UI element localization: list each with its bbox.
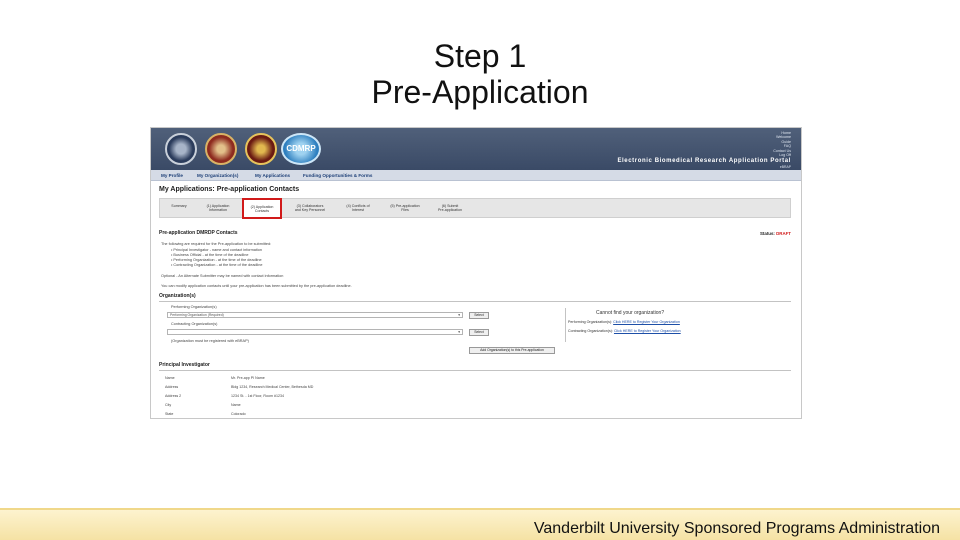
contracting-org-select[interactable]: ▾ bbox=[167, 329, 463, 335]
page-heading: My Applications: Pre-application Contact… bbox=[159, 186, 300, 193]
bullet-item: • Business Official - at the time of the… bbox=[171, 253, 249, 257]
slide-title: Step 1 Pre-Application bbox=[0, 38, 960, 110]
performing-org-label: Performing Organization(s) bbox=[171, 305, 217, 309]
dod-seal-icon bbox=[165, 133, 197, 165]
step-application-contacts[interactable]: (2) Application Contacts bbox=[242, 198, 282, 219]
application-steps: Summary (1) Application Information (2) … bbox=[159, 198, 791, 219]
contacts-heading: Pre-application DMRDP Contacts bbox=[159, 230, 238, 236]
contracting-org-label: Contracting Organization(s) bbox=[171, 322, 218, 326]
register-contracting-link[interactable]: Click HERE to Register Your Organization bbox=[614, 329, 681, 333]
deadline-note: You can modify application contacts unti… bbox=[161, 284, 352, 288]
cdmrp-logo: CDMRP bbox=[281, 133, 321, 165]
divider bbox=[159, 370, 791, 371]
menu-funding-opportunities[interactable]: Funding Opportunities & Forms bbox=[303, 173, 372, 178]
menu-my-profile[interactable]: My Profile bbox=[161, 173, 183, 178]
army-medical-seal-icon bbox=[205, 133, 237, 165]
pi-heading: Principal Investigator bbox=[159, 362, 210, 368]
status-value: DRAFT bbox=[776, 231, 791, 236]
footer-text: Vanderbilt University Sponsored Programs… bbox=[533, 520, 940, 537]
performing-org-select[interactable]: Performing Organization (Required) ▾ bbox=[167, 312, 463, 318]
step-conflicts-of-interest[interactable]: (4) Conflicts of Interest bbox=[338, 204, 378, 213]
contacts-intro: The following are required for the Pre-a… bbox=[161, 242, 272, 246]
bullet-item: • Principal Investigator - name and cont… bbox=[171, 248, 263, 252]
org-hint: (Organization must be registered with eB… bbox=[171, 339, 249, 343]
chevron-down-icon: ▾ bbox=[458, 313, 460, 317]
main-menu: My Profile My Organization(s) My Applica… bbox=[151, 170, 801, 181]
step-summary[interactable]: Summary bbox=[166, 204, 192, 208]
find-org-title: Cannot find your organization? bbox=[596, 310, 665, 316]
find-organization-panel: Cannot find your organization? Performin… bbox=[565, 308, 797, 342]
optional-note: Optional - An Alternate Submitter may be… bbox=[161, 274, 284, 278]
select-performing-button[interactable]: Select bbox=[469, 312, 489, 319]
top-link-logoff[interactable]: Log Off bbox=[773, 153, 791, 157]
portal-screenshot: CDMRP Home Welcome Guide FAQ Contact Us … bbox=[150, 127, 802, 419]
slide-title-line1: Step 1 bbox=[433, 38, 527, 74]
portal-title: Electronic Biomedical Research Applicati… bbox=[617, 158, 791, 164]
menu-my-applications[interactable]: My Applications bbox=[255, 173, 290, 178]
bullet-item: • Performing Organization - at the time … bbox=[171, 258, 262, 262]
portal-subtitle: eBRAP bbox=[779, 165, 791, 169]
add-organization-button[interactable]: Add Organization(s) to this Pre-applicat… bbox=[469, 347, 555, 354]
slide-title-line2: Pre-Application bbox=[371, 74, 589, 110]
step-application-information[interactable]: (1) Application Information bbox=[198, 204, 238, 213]
status-badge: Status: DRAFT bbox=[759, 231, 791, 236]
step-pre-application-files[interactable]: (5) Pre-application Files bbox=[382, 204, 428, 213]
menu-my-organizations[interactable]: My Organization(s) bbox=[197, 173, 238, 178]
select-contracting-button[interactable]: Select bbox=[469, 329, 489, 336]
top-links: Home Welcome Guide FAQ Contact Us Log Of… bbox=[773, 131, 791, 157]
find-org-contracting: Contracting Organization(s): Click HERE … bbox=[568, 329, 681, 333]
portal-banner: CDMRP Home Welcome Guide FAQ Contact Us … bbox=[151, 128, 801, 170]
chevron-down-icon: ▾ bbox=[458, 330, 460, 334]
register-performing-link[interactable]: Click HERE to Register Your Organization bbox=[613, 320, 680, 324]
step-submit[interactable]: (6) Submit Pre-application bbox=[430, 204, 470, 213]
bullet-item: • Contracting Organization - at the time… bbox=[171, 263, 263, 267]
find-org-performing: Performing Organization(s): Click HERE t… bbox=[568, 320, 680, 324]
organizations-heading: Organization(s) bbox=[159, 293, 196, 299]
divider bbox=[159, 301, 791, 302]
step-collaborators[interactable]: (3) Collaborators and Key Personnel bbox=[286, 204, 334, 213]
usamrmc-seal-icon bbox=[245, 133, 277, 165]
